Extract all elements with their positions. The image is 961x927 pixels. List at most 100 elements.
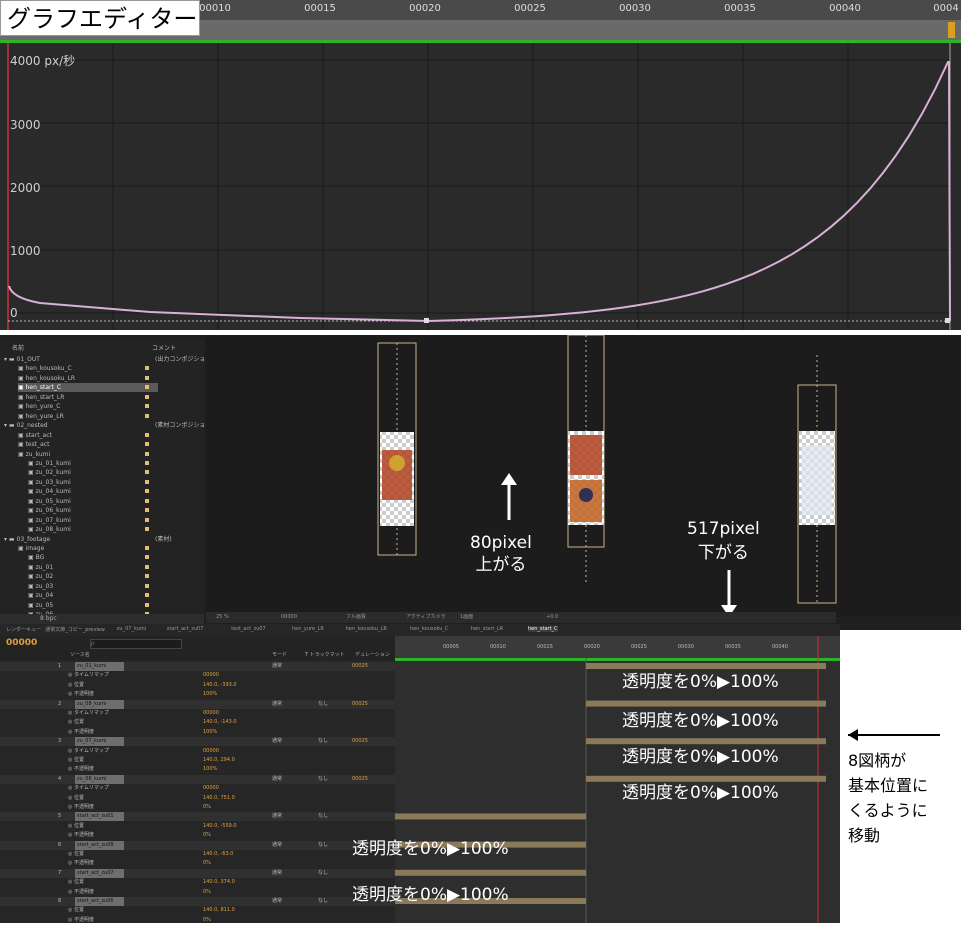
layer-property[interactable]: ◎ 不透明度 0%	[0, 916, 395, 925]
exposure-value[interactable]: +0.0	[546, 612, 558, 623]
project-item[interactable]: ▣ image	[18, 544, 158, 553]
property-value[interactable]: 140.0, 294.0	[203, 756, 235, 765]
layer-property[interactable]: ◎ 位置 140.0, -143.0	[0, 718, 395, 727]
project-item[interactable]: ▣ hen_start_C	[18, 383, 158, 393]
label-color-swatch[interactable]	[145, 451, 149, 456]
quality-select[interactable]: フル画質	[346, 612, 366, 623]
layer-matte[interactable]: なし	[318, 812, 328, 821]
project-item[interactable]: ▾ ▬ 01_OUT	[4, 355, 144, 364]
label-color-swatch[interactable]	[145, 602, 149, 607]
label-color-swatch[interactable]	[145, 366, 149, 371]
project-item[interactable]: ▣ test_act	[18, 440, 158, 449]
layer-row[interactable]: 7 start_act_zu07 通常 なし	[0, 868, 395, 878]
graph-canvas[interactable]	[0, 0, 961, 330]
property-value[interactable]: 140.0, 751.0	[203, 794, 235, 803]
layer-property[interactable]: ◎ タイムリマップ 00000	[0, 671, 395, 680]
label-color-swatch[interactable]	[145, 508, 149, 513]
layer-property[interactable]: ◎ 不透明度 0%	[0, 859, 395, 868]
views-select[interactable]: 1画面	[460, 612, 473, 623]
layer-property[interactable]: ◎ 位置 140.0, -393.0	[0, 681, 395, 690]
label-color-swatch[interactable]	[145, 375, 149, 380]
timeline-tab[interactable]: hen_start_C	[528, 626, 558, 632]
property-value[interactable]: 00000	[203, 747, 219, 756]
layer-matte[interactable]: なし	[318, 700, 328, 709]
property-value[interactable]: 140.0, 811.0	[203, 906, 235, 915]
property-value[interactable]: 140.0, -63.0	[203, 850, 233, 859]
layer-mode[interactable]: 通常	[272, 812, 282, 821]
project-item[interactable]: ▣ hen_start_LR	[18, 393, 158, 402]
layer-property[interactable]: ◎ タイムリマップ 00000	[0, 709, 395, 718]
label-color-swatch[interactable]	[145, 564, 149, 569]
project-item[interactable]: ▣ hen_yure_LR	[18, 412, 158, 421]
property-value[interactable]: 140.0, -559.0	[203, 822, 237, 831]
layer-name[interactable]: zu_06_kumi	[75, 774, 124, 784]
layer-row[interactable]: 5 start_act_zu01 通常 なし	[0, 812, 395, 822]
col-name[interactable]: 名前	[12, 344, 24, 353]
camera-select[interactable]: アクティブカメラ	[406, 612, 445, 623]
timeline-tab[interactable]: zu_07_kumi	[117, 626, 146, 632]
layer-property[interactable]: ◎ タイムリマップ 00000	[0, 747, 395, 756]
timecode[interactable]: 00000	[6, 638, 37, 648]
timeline-tab[interactable]: hen_kousoku_C	[410, 626, 448, 632]
layer-property[interactable]: ◎ 位置 140.0, -559.0	[0, 822, 395, 831]
col-mode[interactable]: モード	[272, 651, 287, 658]
layer-property[interactable]: ◎ 位置 140.0, 811.0	[0, 906, 395, 915]
label-color-swatch[interactable]	[145, 527, 149, 532]
timeline-tab[interactable]: 通常文節_コピー_preview	[45, 626, 105, 633]
layer-name[interactable]: start_act_zu06	[75, 897, 124, 906]
zoom-select[interactable]: 25 %	[216, 612, 229, 623]
timeline-tab[interactable]: hen_yure_LR	[292, 626, 324, 632]
layer-name[interactable]: zu_07_kumi	[75, 737, 124, 747]
label-color-swatch[interactable]	[145, 394, 149, 399]
layer-mode[interactable]: 通常	[272, 775, 282, 784]
layer-row[interactable]: 8 start_act_zu06 通常 なし	[0, 897, 395, 906]
layer-duration[interactable]: 00025	[352, 737, 368, 746]
col-comment[interactable]: コメント	[152, 344, 176, 353]
label-color-swatch[interactable]	[145, 460, 149, 465]
label-color-swatch[interactable]	[145, 593, 149, 598]
layer-row[interactable]: 4 zu_06_kumi 通常 なし 00025	[0, 774, 395, 784]
layer-mode[interactable]: 通常	[272, 841, 282, 850]
layer-property[interactable]: ◎ 位置 140.0, 374.0	[0, 878, 395, 887]
project-item[interactable]: ▣ zu_kumi	[18, 450, 158, 459]
time-display[interactable]: 00000	[281, 612, 297, 623]
property-value[interactable]: 00000	[203, 784, 219, 793]
label-color-swatch[interactable]	[145, 555, 149, 560]
layer-property[interactable]: ◎ 不透明度 0%	[0, 803, 395, 812]
timeline-tab[interactable]: test_act_zu07	[231, 626, 266, 632]
layer-name[interactable]: zu_01_kumi	[75, 662, 124, 671]
layer-mode[interactable]: 通常	[272, 869, 282, 878]
layer-search-input[interactable]	[90, 639, 182, 649]
project-item[interactable]: ▾ ▬ 02_nested	[4, 421, 144, 430]
label-color-swatch[interactable]	[145, 442, 149, 447]
property-value[interactable]: 00000	[203, 671, 219, 680]
layer-duration[interactable]: 00025	[352, 700, 368, 709]
layer-property[interactable]: ◎ 不透明度 100%	[0, 728, 395, 737]
property-value[interactable]: 140.0, -393.0	[203, 681, 237, 690]
label-color-swatch[interactable]	[145, 470, 149, 475]
comp-viewer[interactable]	[206, 334, 961, 617]
layer-property[interactable]: ◎ 位置 140.0, -63.0	[0, 850, 395, 859]
label-color-swatch[interactable]	[145, 404, 149, 409]
bpc-label[interactable]: 8 bpc	[40, 615, 57, 622]
layer-property[interactable]: ◎ 不透明度 100%	[0, 765, 395, 774]
layer-mode[interactable]: 通常	[272, 737, 282, 746]
property-value[interactable]: 100%	[203, 765, 217, 774]
layer-matte[interactable]: なし	[318, 737, 328, 746]
layer-name[interactable]: start_act_zu07	[75, 868, 124, 878]
property-value[interactable]: 00000	[203, 709, 219, 718]
layer-name[interactable]: start_act_zu01	[75, 812, 124, 822]
property-value[interactable]: 0%	[203, 831, 211, 840]
layer-row[interactable]: 2 zu_08_kumi 通常 なし 00025	[0, 699, 395, 709]
project-item[interactable]: ▾ ▬ 03_footage	[4, 535, 144, 544]
col-trkmat[interactable]: T トラックマット	[305, 651, 345, 658]
layer-duration[interactable]: 00025	[352, 775, 368, 784]
property-value[interactable]: 0%	[203, 859, 211, 868]
layer-matte[interactable]: なし	[318, 869, 328, 878]
layer-mode[interactable]: 通常	[272, 662, 282, 671]
col-source[interactable]: ソース名	[70, 651, 90, 658]
timeline-tab[interactable]: レンダーキュー	[6, 626, 41, 633]
time-ruler[interactable]: 00010 00015 00020 00025 00030 00035 00040 0004	[199, 0, 961, 21]
layer-property[interactable]: ◎ 位置 140.0, 294.0	[0, 756, 395, 765]
label-color-swatch[interactable]	[145, 546, 149, 550]
